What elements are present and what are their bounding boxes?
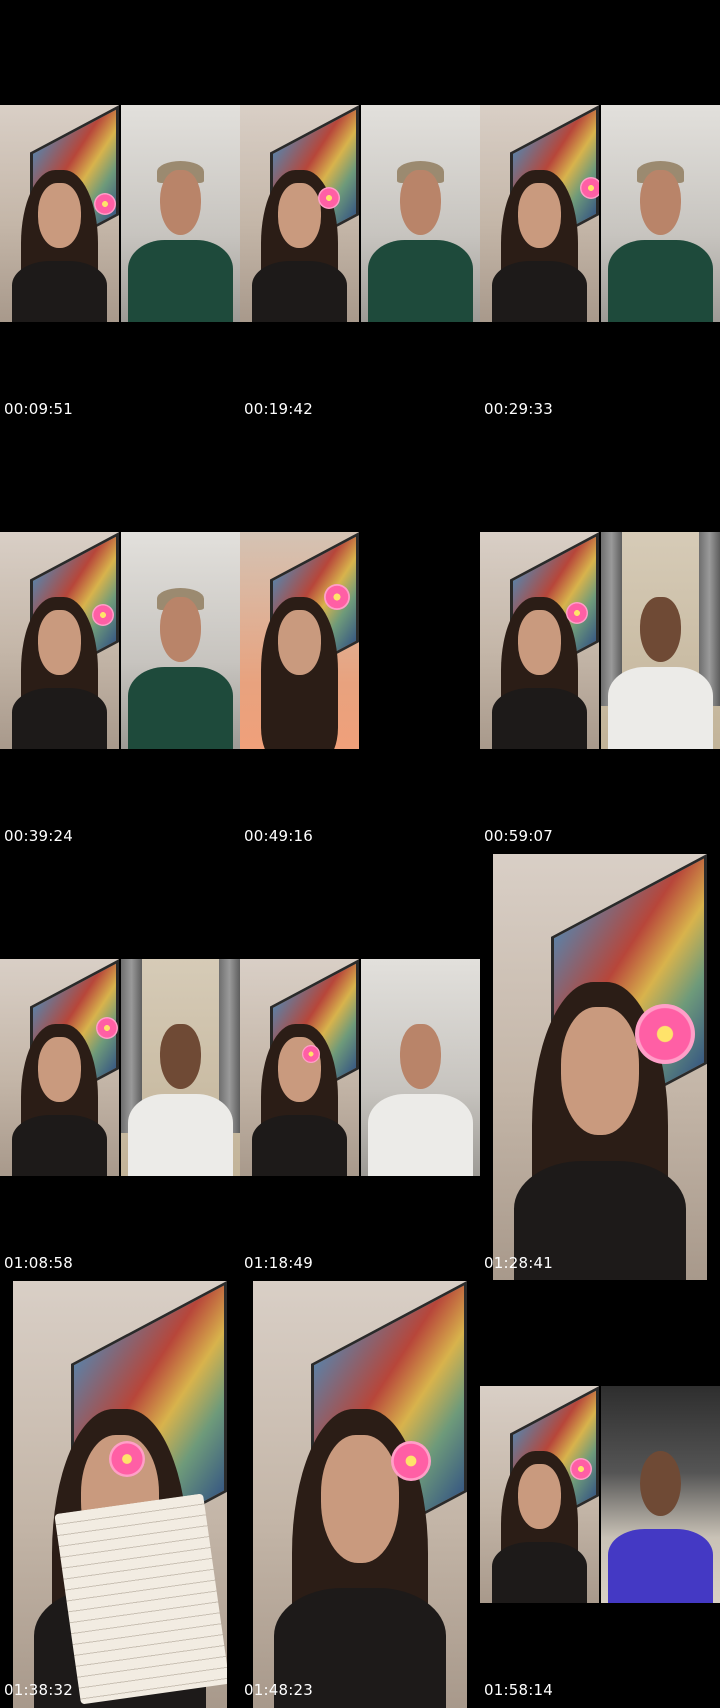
thumbnail-cell-6[interactable]: 00:59:07 [480, 427, 720, 854]
timestamp: 01:58:14 [484, 1681, 553, 1699]
hibiscus-flower-icon [94, 193, 116, 215]
split-frame-left [0, 105, 119, 322]
hibiscus-flower-icon [302, 1045, 320, 1063]
hibiscus-flower-icon [635, 1004, 695, 1064]
split-frame-left [480, 1386, 599, 1603]
hibiscus-flower-icon [318, 187, 340, 209]
timestamp: 00:59:07 [484, 827, 553, 845]
split-frame-right [601, 1386, 720, 1603]
thumbnail-cell-12[interactable]: 01:58:14 [480, 1281, 720, 1708]
thumbnail-cell-4[interactable]: 00:39:24 [0, 427, 240, 854]
thumbnail-cell-10[interactable]: 01:38:32 [0, 1281, 240, 1708]
hibiscus-flower-icon [109, 1441, 145, 1477]
split-frame-left [240, 959, 359, 1176]
single-frame [253, 1281, 467, 1708]
thumbnail-cell-5[interactable]: 00:49:16 [240, 427, 480, 854]
hibiscus-flower-icon [580, 177, 599, 199]
split-frame-left [480, 532, 599, 749]
split-frame-right [361, 959, 480, 1176]
split-frame-right [601, 532, 720, 749]
thumbnail-cell-9[interactable]: 01:28:41 [480, 854, 720, 1281]
thumbnail-cell-7[interactable]: 01:08:58 [0, 854, 240, 1281]
single-frame [13, 1281, 227, 1708]
split-frame-right [121, 532, 240, 749]
hibiscus-flower-icon [566, 602, 588, 624]
hibiscus-flower-icon [324, 584, 350, 610]
split-frame-left [240, 105, 359, 322]
split-frame-right [601, 105, 720, 322]
thumbnail-cell-11[interactable]: 01:48:23 [240, 1281, 480, 1708]
split-frame-left [480, 105, 599, 322]
split-frame-right [361, 105, 480, 322]
timestamp: 01:08:58 [4, 1254, 73, 1272]
notebook [53, 1493, 227, 1705]
timestamp: 00:09:51 [4, 400, 73, 418]
thumbnail-cell-3[interactable]: 00:29:33 [480, 0, 720, 427]
timestamp: 01:18:49 [244, 1254, 313, 1272]
split-frame-left [240, 532, 359, 749]
thumbnail-cell-1[interactable]: 00:09:51 [0, 0, 240, 427]
thumbnail-cell-8[interactable]: 01:18:49 [240, 854, 480, 1281]
split-frame-right [121, 959, 240, 1176]
timestamp: 01:38:32 [4, 1681, 73, 1699]
hibiscus-flower-icon [92, 604, 114, 626]
timestamp: 00:29:33 [484, 400, 553, 418]
timestamp: 00:49:16 [244, 827, 313, 845]
single-frame [493, 854, 707, 1280]
split-frame-left [0, 532, 119, 749]
timestamp: 00:19:42 [244, 400, 313, 418]
hibiscus-flower-icon [570, 1458, 592, 1480]
timestamp: 00:39:24 [4, 827, 73, 845]
thumbnail-cell-2[interactable]: 00:19:42 [240, 0, 480, 427]
split-frame-right [121, 105, 240, 322]
timestamp: 01:48:23 [244, 1681, 313, 1699]
split-frame-left [0, 959, 119, 1176]
hibiscus-flower-icon [391, 1441, 431, 1481]
hibiscus-flower-icon [96, 1017, 118, 1039]
timestamp: 01:28:41 [484, 1254, 553, 1272]
